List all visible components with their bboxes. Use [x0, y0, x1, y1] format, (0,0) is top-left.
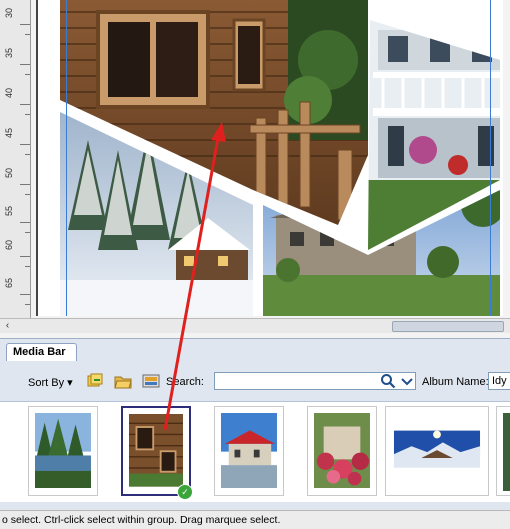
search-label: Search:	[166, 376, 204, 388]
ruler-label: 45	[4, 128, 14, 139]
ruler-label: 35	[4, 48, 14, 59]
ruler-label: 50	[4, 168, 14, 179]
chevron-down-icon: ▾	[67, 377, 73, 389]
open-folder-icon[interactable]	[114, 373, 132, 389]
album-name-label: Album Name:	[422, 376, 489, 388]
log-cabin-image	[129, 414, 183, 487]
canvas-area[interactable]: 30 35 40 45 50 55 60 65 ‹	[0, 0, 510, 340]
ruler-label: 60	[4, 240, 14, 251]
partial-image	[503, 413, 510, 491]
lake-trees-image	[35, 413, 91, 489]
search-icon[interactable]	[380, 373, 396, 389]
ruler-label: 40	[4, 88, 14, 99]
scroll-left-arrow-icon[interactable]: ‹	[2, 320, 13, 331]
checkmark-badge-icon: ✓	[177, 484, 193, 500]
scrollbar-thumb[interactable]	[392, 321, 504, 332]
photo-collage	[60, 0, 500, 316]
album-name-select[interactable]: Idy	[488, 372, 510, 390]
ruler-label: 55	[4, 206, 14, 217]
thumb-lake-trees[interactable]	[28, 406, 98, 496]
ruler-label: 30	[4, 8, 14, 19]
thumb-flower-cottage[interactable]	[307, 406, 377, 496]
ruler-label: 65	[4, 278, 14, 289]
sort-by-label: Sort By	[28, 377, 65, 389]
thumb-log-cabin[interactable]: ✓	[121, 406, 193, 500]
layout-guide-right	[490, 0, 491, 316]
add-files-icon[interactable]	[86, 373, 104, 389]
document-page[interactable]	[36, 0, 503, 316]
flower-cottage-image	[314, 413, 370, 489]
sort-by-dropdown[interactable]: Sort By ▾	[28, 376, 73, 389]
media-thumbnail-strip[interactable]: ✓	[0, 401, 510, 502]
thumb-partial[interactable]	[496, 406, 510, 496]
media-bar-toolbar: Sort By ▾ Search: Album Name: Idy	[0, 367, 510, 399]
status-bar: o select. Ctrl-click select within group…	[0, 510, 510, 529]
horizontal-scrollbar[interactable]: ‹	[0, 318, 510, 333]
import-icon[interactable]	[142, 373, 160, 389]
media-bar-panel: Media Bar Sort By ▾ Search: Album Name: …	[0, 338, 510, 511]
vertical-ruler: 30 35 40 45 50 55 60 65	[0, 0, 31, 328]
tab-media-bar[interactable]: Media Bar	[6, 343, 77, 361]
thumb-red-roof-house[interactable]	[214, 406, 284, 496]
thumb-snow-panorama[interactable]	[385, 406, 489, 496]
snow-panorama-image	[392, 413, 482, 490]
chevron-down-icon[interactable]	[400, 373, 414, 389]
red-roof-house-image	[221, 413, 277, 489]
layout-guide-left	[66, 0, 67, 316]
